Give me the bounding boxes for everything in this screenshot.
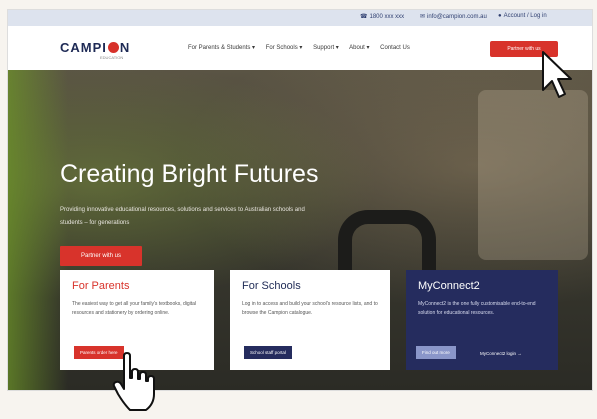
menu-schools[interactable]: For Schools ▾ <box>266 45 303 51</box>
menu-parents-students[interactable]: For Parents & Students ▾ <box>188 45 255 51</box>
card-schools-desc: Log in to access and build your school's… <box>242 301 378 316</box>
find-out-more-button[interactable]: Find out more <box>416 346 456 359</box>
hero-background-foliage <box>8 70 68 390</box>
partner-button-hero[interactable]: Partner with us <box>60 246 142 266</box>
myconnect2-login-link[interactable]: MyConnect2 login → <box>480 351 522 356</box>
utility-bar: ☎ 1800 xxx xxx ✉ info@campion.com.au ● Acco… <box>8 10 592 26</box>
card-schools-title: For Schools <box>242 280 301 292</box>
browser-screen: ☎ 1800 xxx xxx ✉ info@campion.com.au ● Acco… <box>8 10 592 390</box>
mail-icon: ✉ <box>420 14 426 20</box>
logo-subtitle: EDUCATION <box>100 55 124 60</box>
utility-phone[interactable]: ☎ 1800 xxx xxx <box>360 13 404 20</box>
card-myconnect2: MyConnect2 MyConnect2 is the one fully c… <box>406 270 558 370</box>
card-parents-title: For Parents <box>72 280 130 292</box>
menu-support[interactable]: Support ▾ <box>313 45 339 51</box>
school-staff-portal-button[interactable]: School staff portal <box>244 346 292 359</box>
card-parents-desc: The easiest way to get all your family's… <box>72 301 197 316</box>
menu-about[interactable]: About ▾ <box>349 45 369 51</box>
mouse-cursor-icon <box>542 51 572 98</box>
campion-logo[interactable]: CAMPI N EDUCATION <box>60 40 130 60</box>
card-myconnect2-title: MyConnect2 <box>418 280 480 292</box>
hand-pointer-icon <box>112 352 155 411</box>
utility-account[interactable]: ● Account / Log in <box>498 13 547 19</box>
main-navbar: CAMPI N EDUCATION For Parents & Students … <box>8 26 592 70</box>
card-myconnect2-desc: MyConnect2 is the one fully customisable… <box>418 301 536 316</box>
hero-background-chair <box>338 210 436 279</box>
hero-description: Providing innovative educational resourc… <box>60 207 305 226</box>
hero-background-window <box>478 90 588 260</box>
menu-contact[interactable]: Contact Us <box>380 45 410 51</box>
card-schools: For Schools Log in to access and build y… <box>230 270 390 370</box>
main-menu: For Parents & Students ▾ For Schools ▾ S… <box>188 44 419 51</box>
user-icon: ● <box>498 13 502 19</box>
utility-email[interactable]: ✉ info@campion.com.au <box>420 13 487 20</box>
logo-o-mark <box>107 42 119 53</box>
phone-icon: ☎ <box>360 14 368 20</box>
hero-title: Creating Bright Futures <box>60 160 319 188</box>
